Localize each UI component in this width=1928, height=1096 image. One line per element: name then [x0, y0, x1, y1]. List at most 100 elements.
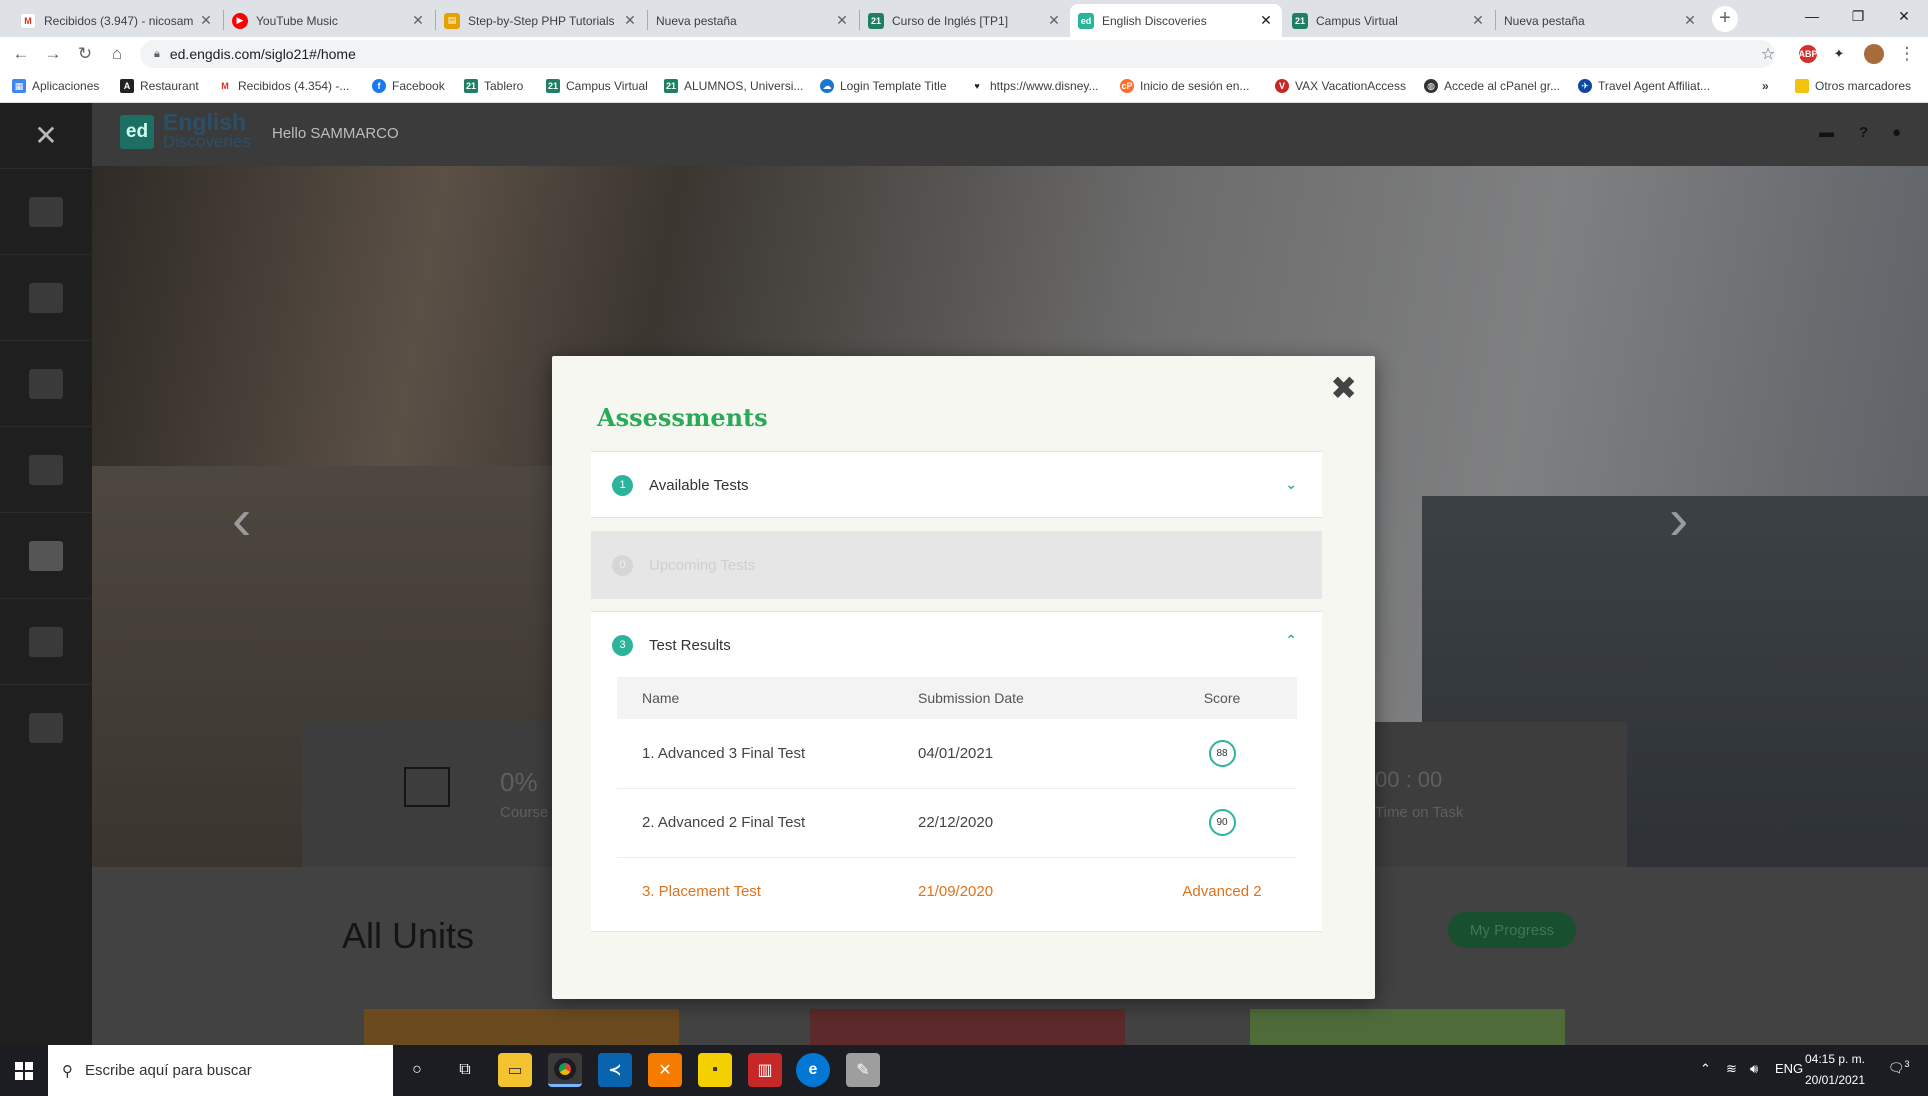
bookmark-login-template[interactable]: ☁ Login Template Title	[820, 79, 947, 93]
reload-icon[interactable]: ↻	[74, 43, 96, 65]
campus-icon: 21	[664, 79, 678, 93]
close-icon[interactable]: ✖	[1330, 372, 1357, 404]
tab-strip: M Recibidos (3.947) - nicosam ✕ ▶ YouTub…	[0, 0, 1928, 37]
other-bookmarks[interactable]: Otros marcadores	[1795, 79, 1911, 93]
restore-button[interactable]: ❐	[1836, 0, 1880, 32]
task-view-icon[interactable]: ⧉	[448, 1053, 482, 1087]
profile-avatar[interactable]	[1864, 44, 1884, 64]
apps-grid-icon: ▦	[12, 79, 26, 93]
sidebar-close-icon[interactable]: ✕	[0, 103, 92, 168]
taskbar-search-input[interactable]: ⚲ Escribe aquí para buscar	[48, 1045, 393, 1096]
close-icon[interactable]: ✕	[1470, 12, 1486, 29]
close-icon[interactable]: ✕	[198, 12, 214, 29]
table-row[interactable]: 1. Advanced 3 Final Test 04/01/2021 88	[617, 719, 1297, 789]
close-icon[interactable]: ✕	[1046, 12, 1062, 29]
bookmark-campus-virtual[interactable]: 21 Campus Virtual	[546, 79, 648, 93]
address-bar[interactable]: 🔒︎ ed.engdis.com/siglo21#/home	[140, 40, 1775, 68]
file-explorer-icon[interactable]: ▭	[498, 1053, 532, 1087]
section-test-results[interactable]: 3 Test Results ⌃ Name Submission Date Sc…	[591, 611, 1322, 932]
window-close-button[interactable]: ✕	[1882, 0, 1926, 32]
bookmarks-overflow-button[interactable]: »	[1762, 79, 1769, 93]
bookmark-cpanel[interactable]: ◍ Accede al cPanel gr...	[1424, 79, 1560, 93]
chrome-icon[interactable]	[548, 1053, 582, 1087]
tab-youtube-music[interactable]: ▶ YouTube Music ✕	[224, 4, 434, 37]
page-content: ✕ ed English Discoveries Hello SAMMARCO …	[0, 103, 1928, 1045]
placement-level: Advanced 2	[1182, 883, 1262, 901]
column-header-score: Score	[1147, 677, 1297, 719]
sidebar-item-courses[interactable]	[0, 254, 92, 340]
bookmark-restaurant[interactable]: A Restaurant	[120, 79, 199, 93]
bookmark-alumnos[interactable]: 21 ALUMNOS, Universi...	[664, 79, 803, 93]
my-progress-button[interactable]: My Progress	[1448, 912, 1576, 948]
windows-start-button[interactable]	[0, 1045, 48, 1096]
help-icon[interactable]: ?	[1859, 124, 1868, 141]
carousel-prev-icon[interactable]: ‹	[232, 486, 251, 553]
winrar-icon[interactable]: ▥	[748, 1053, 782, 1087]
edge-icon[interactable]: e	[796, 1053, 830, 1087]
unit-card[interactable]	[1250, 1009, 1565, 1045]
unit-card[interactable]	[810, 1009, 1125, 1045]
cortana-icon[interactable]: ○	[400, 1053, 434, 1087]
english-discoveries-logo[interactable]: ed English Discoveries	[120, 111, 251, 151]
tab-campus-virtual[interactable]: 21 Campus Virtual ✕	[1284, 4, 1494, 37]
minimize-button[interactable]: —	[1790, 0, 1834, 32]
bookmark-inicio-sesion[interactable]: cP Inicio de sesión en...	[1120, 79, 1249, 93]
tab-new-2[interactable]: Nueva pestaña ✕	[1496, 4, 1706, 37]
bookmark-vax[interactable]: V VAX VacationAccess	[1275, 79, 1406, 93]
sidebar-item-clipboard[interactable]	[0, 426, 92, 512]
section-available-tests[interactable]: 1 Available Tests ⌄	[591, 451, 1322, 518]
home-icon[interactable]: ⌂	[106, 43, 128, 65]
language-indicator[interactable]: ENG	[1775, 1061, 1803, 1076]
user-icon[interactable]: ●	[1892, 124, 1901, 141]
sidebar-item-briefcase[interactable]	[0, 340, 92, 426]
tab-gmail[interactable]: M Recibidos (3.947) - nicosam ✕	[12, 4, 222, 37]
chevron-up-icon[interactable]: ⌃	[1285, 632, 1297, 649]
restaurant-icon: A	[120, 79, 134, 93]
tab-new-1[interactable]: Nueva pestaña ✕	[648, 4, 858, 37]
tab-php-tutorials[interactable]: ▤ Step-by-Step PHP Tutorials ✕	[436, 4, 646, 37]
volume-icon[interactable]: 🔊︎	[1750, 1061, 1758, 1077]
table-row[interactable]: 3. Placement Test 21/09/2020 Advanced 2	[617, 857, 1297, 926]
sidebar-item-library[interactable]	[0, 684, 92, 770]
globe-icon: ◍	[1424, 79, 1438, 93]
bookmark-gmail[interactable]: M Recibidos (4.354) -...	[218, 79, 349, 93]
new-tab-button[interactable]: +	[1712, 6, 1738, 32]
close-icon[interactable]: ✕	[410, 12, 426, 29]
course-percent: 0%	[500, 767, 538, 797]
tab-curso-ingles[interactable]: 21 Curso de Inglés [TP1] ✕	[860, 4, 1070, 37]
tray-chevron-icon[interactable]: ⌃	[1700, 1061, 1711, 1077]
close-icon[interactable]: ✕	[1682, 12, 1698, 29]
youtube-music-icon: ▶	[232, 12, 248, 29]
sidebar-item-messages[interactable]	[0, 598, 92, 684]
book-icon[interactable]: ▬	[1819, 124, 1834, 141]
notifications-icon[interactable]: 🗨︎3	[1888, 1059, 1910, 1076]
bookmark-apps[interactable]: ▦ Aplicaciones	[12, 79, 99, 93]
wifi-icon[interactable]: ≋	[1726, 1061, 1737, 1077]
browser-menu-icon[interactable]: ⋮	[1896, 43, 1918, 65]
table-row[interactable]: 2. Advanced 2 Final Test 22/12/2020 90	[617, 788, 1297, 858]
tab-english-discoveries[interactable]: ed English Discoveries ✕	[1070, 4, 1282, 37]
bookmark-tablero[interactable]: 21 Tablero	[464, 79, 523, 93]
sidebar-item-home[interactable]	[0, 168, 92, 254]
adblock-icon[interactable]: ABP	[1799, 45, 1818, 63]
bookmark-star-icon[interactable]: ☆	[1757, 43, 1779, 65]
xampp-icon[interactable]: ✕	[648, 1053, 682, 1087]
close-icon[interactable]: ✕	[622, 12, 638, 29]
carousel-next-icon[interactable]: ›	[1669, 486, 1688, 553]
chevron-down-icon[interactable]: ⌄	[1285, 476, 1297, 493]
taskbar-clock[interactable]: 04:15 p. m. 20/01/2021	[1800, 1049, 1870, 1091]
forward-icon[interactable]: →	[42, 43, 64, 65]
close-icon[interactable]: ✕	[1258, 12, 1274, 29]
paint-icon[interactable]: ✎	[846, 1053, 880, 1087]
extensions-icon[interactable]: ✦	[1830, 45, 1848, 63]
sticky-notes-icon[interactable]: ▪	[698, 1053, 732, 1087]
bookmark-disney[interactable]: ♥ https://www.disney...	[970, 79, 1099, 93]
bookmark-facebook[interactable]: f Facebook	[372, 79, 445, 93]
sidebar-item-assessments[interactable]	[0, 512, 92, 598]
unit-card[interactable]	[364, 1009, 679, 1045]
section-label: Test Results	[649, 636, 731, 654]
back-icon[interactable]: ←	[10, 43, 32, 65]
close-icon[interactable]: ✕	[834, 12, 850, 29]
vscode-icon[interactable]: ≺	[598, 1053, 632, 1087]
bookmark-travel-agent[interactable]: ✈ Travel Agent Affiliat...	[1578, 79, 1710, 93]
